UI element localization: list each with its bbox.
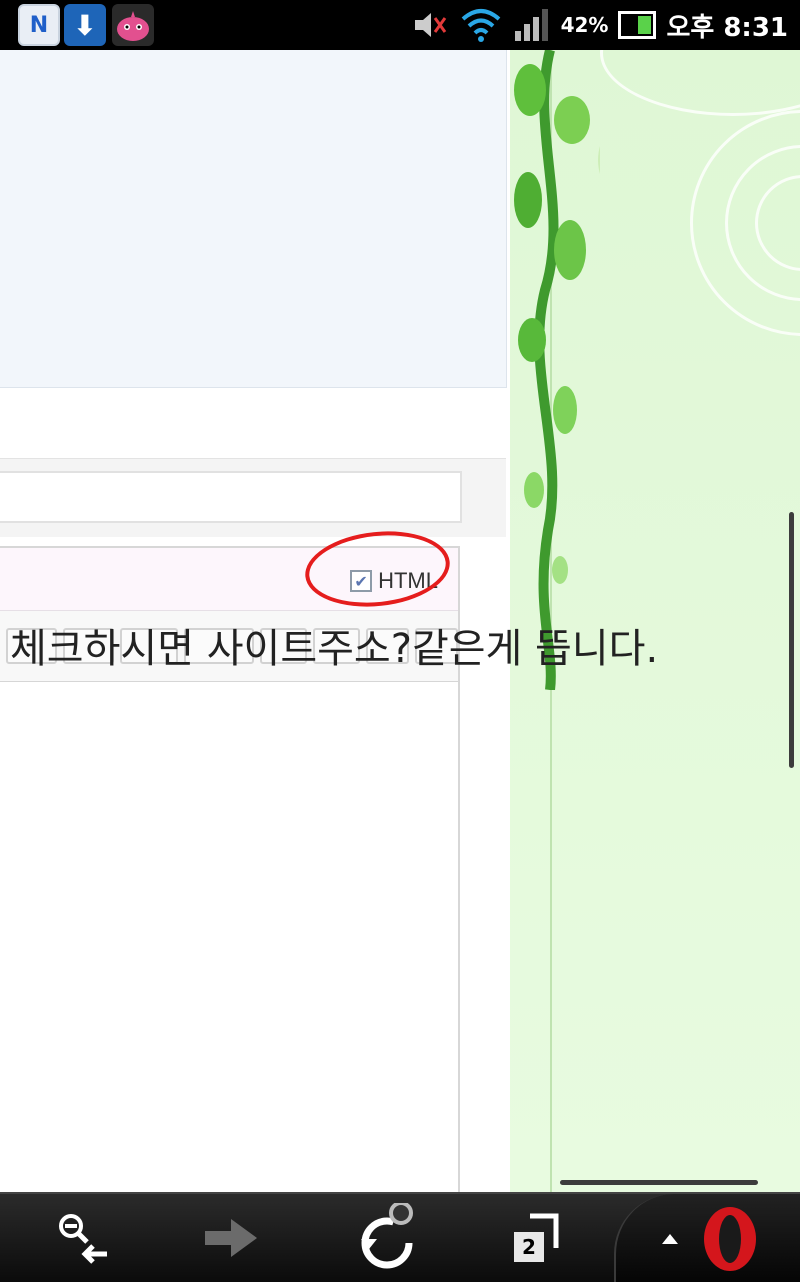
clock: 오후 8:31 [666, 12, 788, 43]
tab-count: 2 [514, 1232, 544, 1262]
download-icon[interactable]: ⬇ [64, 4, 106, 46]
title-input-row [0, 458, 506, 537]
status-bar: N ⬇ 42% 오후 8:31 [0, 0, 800, 50]
signal-icon [514, 9, 548, 41]
naver-icon-letter: N [29, 12, 49, 38]
naver-notification-icon[interactable]: N [18, 4, 60, 46]
browser-bottom-bar: 2 [0, 1192, 800, 1282]
zoom-out-back-button[interactable] [46, 1204, 116, 1272]
zoom-out-back-icon [59, 1214, 107, 1264]
decor-ring [600, 50, 800, 116]
forward-arrow-icon [205, 1219, 257, 1257]
up-caret-icon [662, 1234, 678, 1244]
title-input[interactable] [0, 471, 462, 523]
annotation-caption: 체크하시면 사이트주소?같은게 뜹니다. [10, 626, 659, 672]
horizontal-scrollbar[interactable] [560, 1180, 758, 1185]
character-app-icon[interactable] [112, 4, 154, 46]
tabs-button[interactable]: 2 [500, 1204, 570, 1272]
battery-icon [618, 11, 657, 39]
opera-logo-icon [704, 1207, 756, 1271]
reload-icon [361, 1203, 413, 1269]
vine-decoration [514, 50, 600, 690]
content-panel [0, 50, 507, 388]
web-page[interactable]: ✔ HTML 체크하시면 사이트주소?같은게 뜹니다. [0, 50, 800, 1192]
editor-content-area[interactable] [0, 682, 458, 1192]
forward-button[interactable] [196, 1204, 266, 1272]
vertical-scrollbar[interactable] [789, 512, 794, 768]
opera-menu-button[interactable] [614, 1194, 800, 1282]
reload-button[interactable] [352, 1203, 422, 1272]
pink-blob-icon [117, 11, 149, 41]
battery-percent: 42% [560, 13, 609, 37]
wifi-icon [461, 9, 500, 42]
mute-icon [414, 13, 446, 37]
